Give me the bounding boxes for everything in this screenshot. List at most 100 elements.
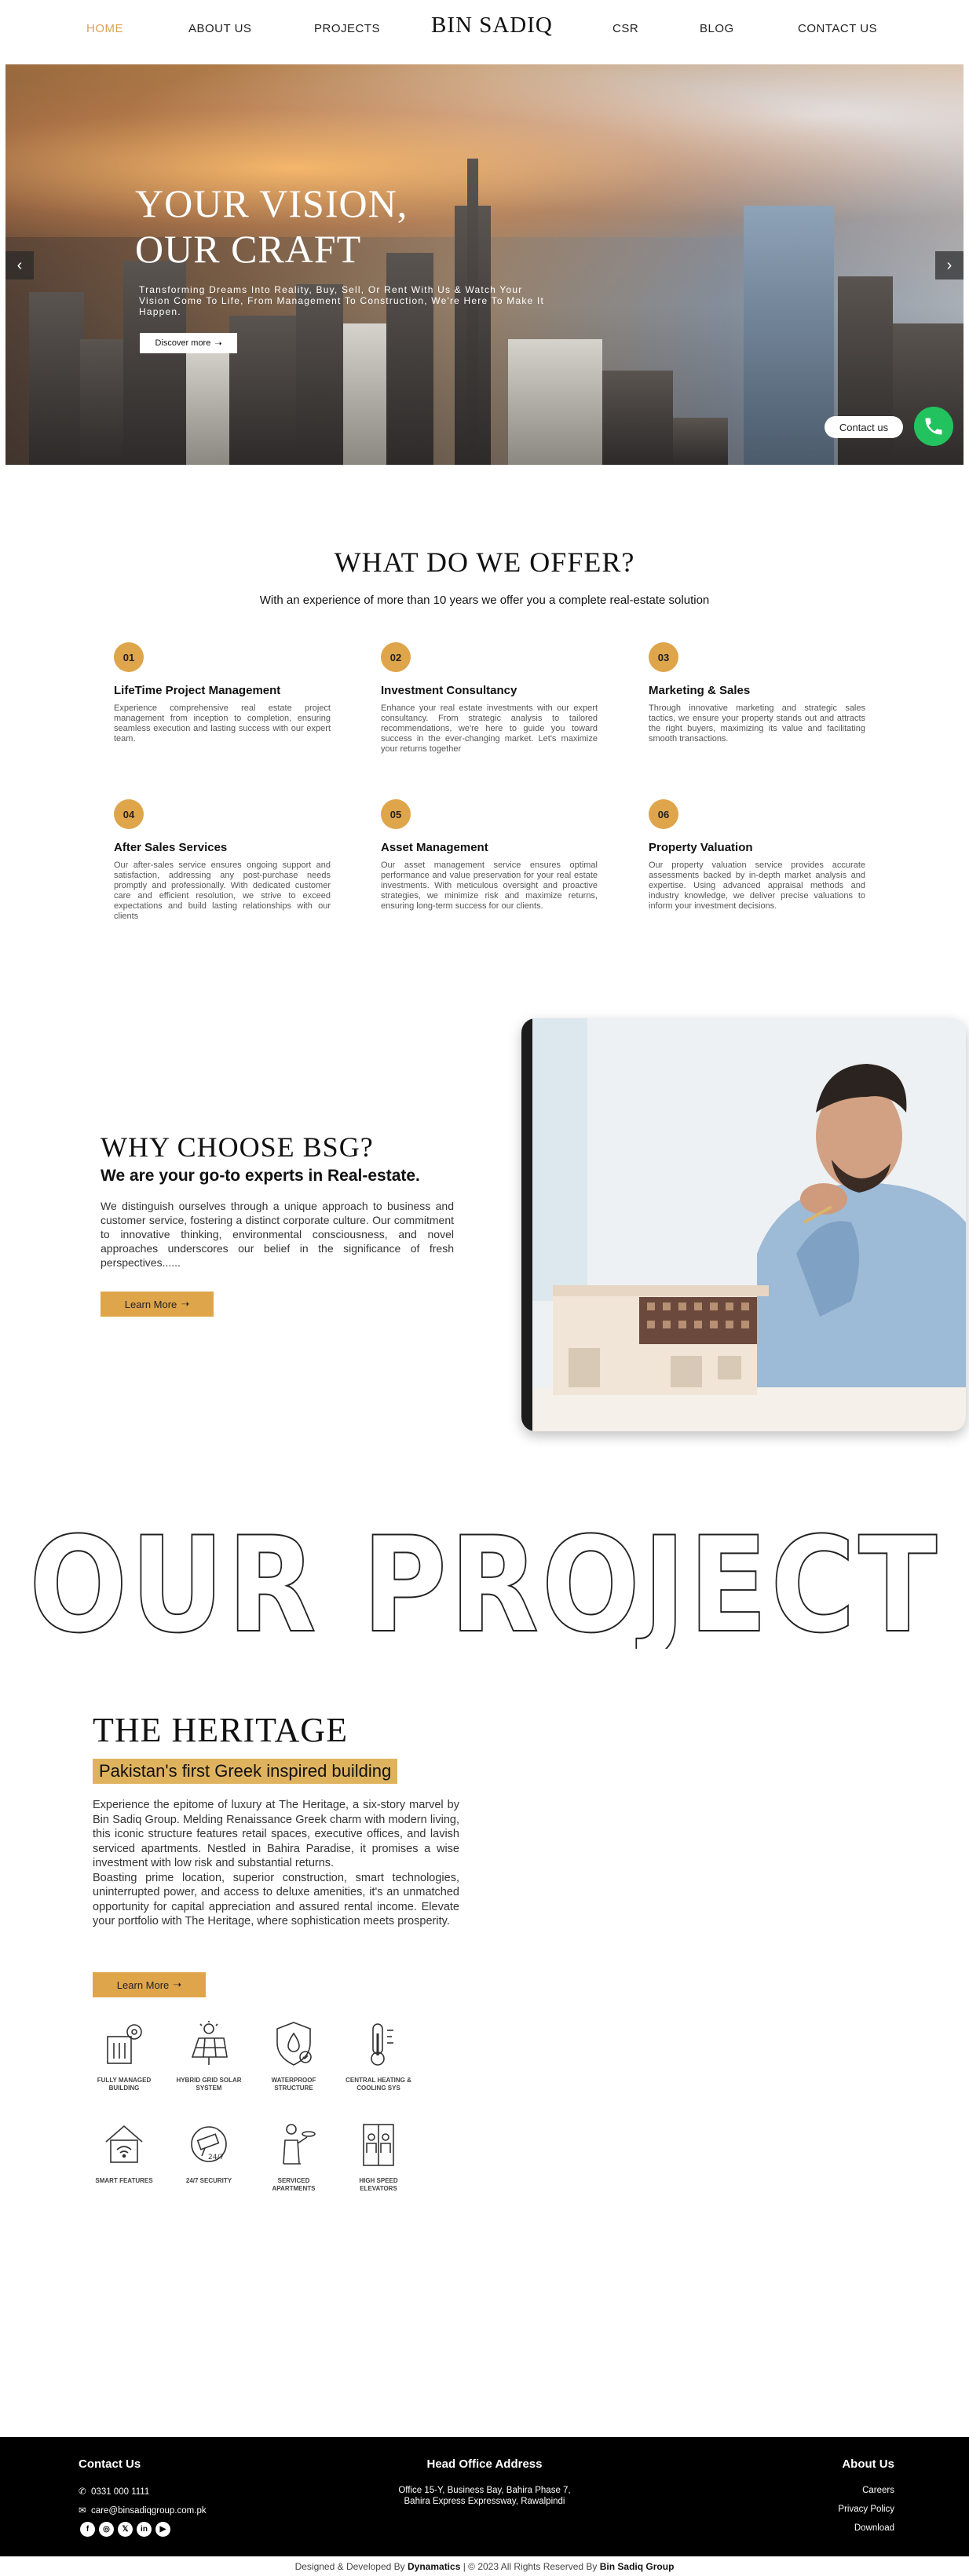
linkedin-icon[interactable]: in [137,2522,152,2537]
service-description: Our asset management service ensures opt… [381,860,598,911]
project-name: THE HERITAGE [93,1711,348,1749]
slider-next-button[interactable]: › [935,251,964,280]
site-footer: Contact Us ✆ 0331 000 1111 ✉ care@binsad… [0,2437,969,2556]
why-learn-more-button[interactable]: Learn More ➝ [101,1292,214,1317]
contact-us-pill[interactable]: Contact us [825,416,903,438]
service-card: 01 LifeTime Project Management Experienc… [114,642,331,744]
smart-home-icon [105,2125,143,2163]
feature-label: 24/7 SECURITY [185,2177,232,2184]
architect-photo [521,1018,966,1431]
feature-label: CENTRAL HEATING & COOLING SYS [346,2077,411,2092]
whatsapp-button[interactable] [914,407,953,446]
our-project-text: OUR PROJECT [29,1515,940,1649]
feature-label: SERVICED APARTMENTS [272,2177,316,2192]
footer-about-heading: About Us [842,2457,894,2471]
hero-title: YOUR VISION, OUR CRAFT [135,181,408,272]
why-subheading: We are your go-to experts in Real-estate… [101,1167,420,1185]
arrow-right-icon: ➝ [173,1979,182,1990]
skyline-building [673,418,728,465]
footer-link-careers[interactable]: Careers [862,2486,894,2495]
nav-csr[interactable]: CSR [612,22,638,35]
x-icon[interactable]: 𝕏 [118,2522,133,2537]
youtube-icon[interactable]: ▶ [155,2522,170,2537]
footer-link-download[interactable]: Download [854,2523,894,2533]
elevator-icon [363,2124,394,2166]
discover-more-label: Discover more [155,338,211,348]
service-card: 04 After Sales Services Our after-sales … [114,799,331,922]
why-body-text: We distinguish ourselves through a uniqu… [101,1200,454,1269]
service-card: 05 Asset Management Our asset management… [381,799,598,912]
glass-tower [744,206,834,465]
nav-home[interactable]: HOME [86,22,123,35]
mail-icon: ✉ [79,2506,86,2516]
architect-with-model-illustration [521,1018,966,1431]
footer-email-address: care@binsadiqgroup.com.pk [91,2506,207,2516]
footer-office-heading: Head Office Address [426,2457,543,2471]
feature-label: HIGH SPEED ELEVATORS [359,2177,398,2192]
service-title: After Sales Services [114,841,228,854]
skyline-building [186,347,233,465]
service-number: 06 [649,799,678,829]
feature-item: SMART FEATURES [86,2120,162,2185]
service-number: 04 [114,799,144,829]
feature-label: WATERPROOF STRUCTURE [271,2077,316,2092]
hero-title-line-1: YOUR VISION, [135,181,408,225]
credits-developer[interactable]: Dynamatics [408,2561,460,2572]
credits-middle: | © 2023 All Rights Reserved By [460,2561,600,2572]
hero-title-line-2: OUR CRAFT [135,227,362,271]
service-description: Our after-sales service ensures ongoing … [114,860,331,921]
nav-contact-us[interactable]: CONTACT US [798,22,877,35]
service-title: Marketing & Sales [649,684,751,697]
service-description: Experience comprehensive real estate pro… [114,703,331,744]
learn-more-label: Learn More [116,1979,170,1991]
footer-credits: Designed & Developed By Dynamatics | © 2… [0,2561,969,2572]
skyline-building [229,316,300,465]
skyline-building [29,292,84,465]
project-description: Experience the epitome of luxury at The … [93,1798,459,1929]
nav-blog[interactable]: BLOG [700,22,734,35]
skyline-building [508,339,602,465]
service-title: Investment Consultancy [381,684,517,697]
footer-link-privacy-policy[interactable]: Privacy Policy [838,2505,894,2514]
facebook-icon[interactable]: f [80,2522,95,2537]
project-description-p2: Boasting prime location, superior constr… [93,1871,459,1928]
footer-email[interactable]: ✉ care@binsadiqgroup.com.pk [79,2505,207,2516]
offer-heading: WHAT DO WE OFFER? [334,546,635,578]
managed-building-icon [107,2024,142,2064]
service-number: 03 [649,642,678,672]
service-description: Through innovative marketing and strateg… [649,703,865,744]
project-learn-more-button[interactable]: Learn More ➝ [93,1972,206,1997]
credits-prefix: Designed & Developed By [294,2561,408,2572]
thermometer-icon [371,2023,393,2066]
feature-item: WATERPROOF STRUCTURE [256,2019,331,2092]
footer-address-line-1: Office 15-Y, Business Bay, Bahira Phase … [398,2486,571,2495]
feature-label: HYBRID GRID SOLAR SYSTEM [176,2077,242,2092]
service-staff-icon [283,2124,316,2165]
feature-item: HIGH SPEED ELEVATORS [341,2120,416,2193]
service-card: 06 Property Valuation Our property valua… [649,799,865,912]
nav-projects[interactable]: PROJECTS [314,22,380,35]
skyline-building [602,371,673,465]
discover-more-button[interactable]: Discover more ➝ [140,333,237,353]
project-tagline: Pakistan's first Greek inspired building [93,1759,398,1784]
instagram-icon[interactable]: ◎ [99,2522,114,2537]
service-title: LifeTime Project Management [114,684,281,697]
offer-subheading: With an experience of more than 10 years… [259,594,710,607]
service-title: Asset Management [381,841,488,854]
feature-label: SMART FEATURES [95,2177,153,2184]
service-number: 02 [381,642,411,672]
security-camera-icon: 24/7 [191,2126,227,2162]
slider-prev-button[interactable]: ‹ [5,251,34,280]
svg-text:24/7: 24/7 [208,2154,224,2161]
feature-item: 24/7 24/7 SECURITY [171,2120,247,2185]
nav-about-us[interactable]: ABOUT US [188,22,251,35]
top-navigation: HOME ABOUT US PROJECTS BIN SADIQ CSR BLO… [0,0,969,63]
learn-more-label: Learn More [124,1298,177,1310]
our-project-outline-heading: OUR PROJECT [28,1507,940,1663]
feature-label: FULLY MANAGED BUILDING [97,2077,152,2092]
credits-owner[interactable]: Bin Sadiq Group [600,2561,675,2572]
feature-item: SERVICED APARTMENTS [256,2120,331,2193]
service-title: Property Valuation [649,841,753,854]
hero-subtitle: Transforming Dreams Into Reality, Buy, S… [139,284,545,317]
brand-logo[interactable]: BIN SADIQ [431,13,553,38]
